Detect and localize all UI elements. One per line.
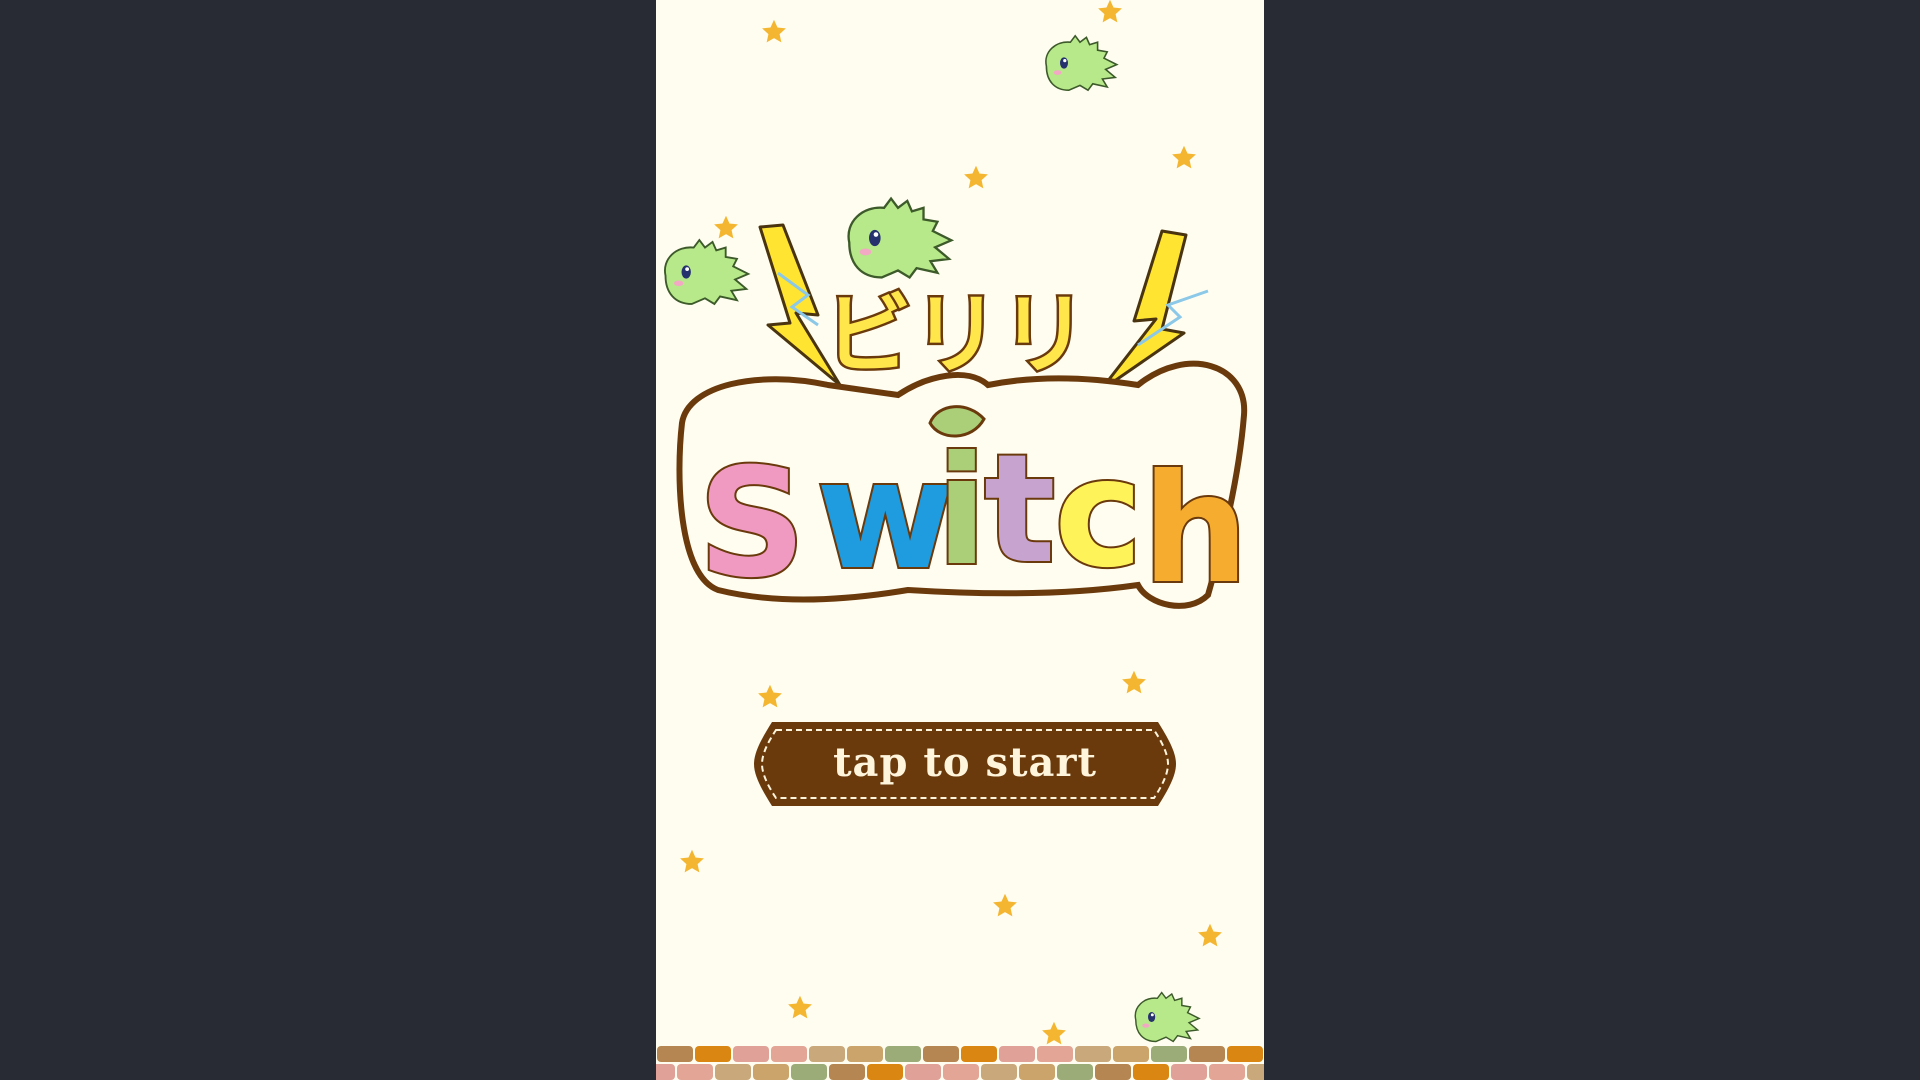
- floor-brick: [943, 1064, 979, 1080]
- title-letter-t: t: [984, 423, 1056, 597]
- floor-brick: [1227, 1046, 1263, 1062]
- floor-brick: [1057, 1064, 1093, 1080]
- title-letter-h: h: [1142, 443, 1249, 617]
- floor-brick: [656, 1064, 675, 1080]
- green-fuzzball-creature: [1130, 990, 1202, 1044]
- floor-brick: [1133, 1064, 1169, 1080]
- star-icon: [1196, 922, 1224, 950]
- floor-brick: [1113, 1046, 1149, 1062]
- floor-brick: [809, 1046, 845, 1062]
- star-icon: [1096, 0, 1124, 26]
- floor-brick: [791, 1064, 827, 1080]
- start-button-label: tap to start: [833, 738, 1097, 786]
- floor-brick: [733, 1046, 769, 1062]
- floor-brick: [923, 1046, 959, 1062]
- brick-floor: [656, 1044, 1264, 1080]
- star-icon: [1170, 144, 1198, 172]
- title-letter-i: i: [936, 425, 987, 599]
- star-icon: [786, 994, 814, 1022]
- tap-to-start-button[interactable]: tap to start: [752, 718, 1178, 810]
- green-fuzzball-creature: [1040, 34, 1120, 92]
- floor-brick: [695, 1046, 731, 1062]
- floor-brick: [1075, 1046, 1111, 1062]
- floor-brick: [961, 1046, 997, 1062]
- floor-brick: [829, 1064, 865, 1080]
- floor-brick: [715, 1064, 751, 1080]
- title-katakana: ビリリ: [824, 283, 1088, 386]
- floor-brick: [999, 1046, 1035, 1062]
- floor-brick: [867, 1064, 903, 1080]
- floor-brick: [1095, 1064, 1131, 1080]
- floor-brick: [771, 1046, 807, 1062]
- star-icon: [678, 848, 706, 876]
- star-icon: [756, 683, 784, 711]
- floor-brick: [905, 1064, 941, 1080]
- floor-brick: [1151, 1046, 1187, 1062]
- floor-brick: [1209, 1064, 1245, 1080]
- floor-brick: [1019, 1064, 1055, 1080]
- floor-brick: [753, 1064, 789, 1080]
- floor-brick: [1171, 1064, 1207, 1080]
- star-icon: [760, 18, 788, 46]
- floor-brick: [657, 1046, 693, 1062]
- title-letter-w: w: [816, 429, 955, 603]
- title-letter-s: S: [698, 437, 806, 611]
- floor-brick: [1247, 1064, 1264, 1080]
- star-icon: [1120, 669, 1148, 697]
- floor-brick: [847, 1046, 883, 1062]
- floor-brick: [677, 1064, 713, 1080]
- floor-brick: [1189, 1046, 1225, 1062]
- game-stage[interactable]: ビリリ S w i t c h tap to start: [656, 0, 1264, 1080]
- floor-brick: [885, 1046, 921, 1062]
- floor-brick: [981, 1064, 1017, 1080]
- title-logo: ビリリ S w i t c h: [668, 195, 1258, 635]
- title-letter-c: c: [1054, 427, 1143, 601]
- star-icon: [991, 892, 1019, 920]
- floor-brick: [1037, 1046, 1073, 1062]
- star-icon: [962, 164, 990, 192]
